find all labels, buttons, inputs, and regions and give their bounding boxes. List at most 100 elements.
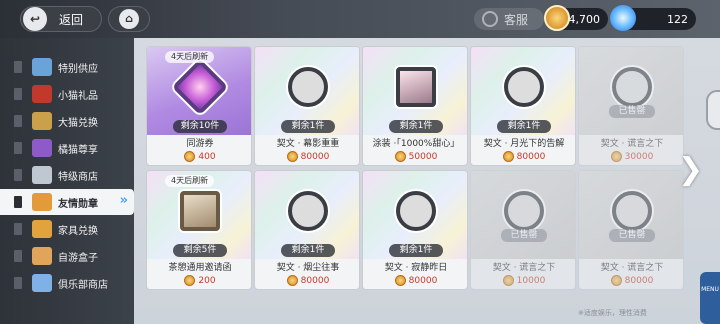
emblem-icon [288, 67, 328, 107]
medal-icon [32, 193, 52, 211]
medal-coin-icon [502, 151, 514, 162]
item-name: 契文 · 月光下的告解 [483, 139, 565, 149]
item-name: 同游券 [186, 139, 214, 149]
home-button[interactable]: ⌂ [108, 6, 150, 32]
sold-out-badge: 已售罄 [501, 229, 547, 242]
sleep-emblem-icon [612, 67, 652, 107]
sidebar-marker [14, 196, 22, 208]
sidebar-marker [14, 250, 22, 262]
shop-item-card[interactable]: 4天后刷新剩余5件茶憩通用邀请函 200 [146, 170, 252, 290]
item-price: 200 [147, 275, 251, 286]
price-value: 30000 [624, 151, 654, 162]
menu-label: MENU [701, 286, 719, 293]
medal-coin-icon [394, 275, 406, 286]
shop-item-card[interactable]: 剩余1件涂装 ·「1000%甜心」 50000 [362, 46, 468, 166]
sidebar-marker [14, 142, 22, 154]
sold-out-badge: 已售罄 [609, 105, 655, 118]
item-name: 契文 · 烟尘往事 [276, 263, 340, 273]
sidebar-item-label: 橘猫尊享 [58, 144, 98, 156]
shop-sidebar: 特别供应小猫礼品大猫兑换橘猫尊享特级商店友情勋章 » 家具兑换自游盒子 俱乐部商店 [0, 38, 134, 324]
refresh-timer: 4天后刷新 [165, 175, 215, 187]
sidebar-item-2[interactable]: 大猫兑换 [0, 108, 134, 134]
price-value: 10000 [516, 275, 546, 286]
price-value: 80000 [300, 151, 330, 162]
envelope-icon [180, 191, 220, 231]
back-arrow-icon: ↩ [23, 7, 47, 31]
stock-remaining: 剩余1件 [389, 244, 443, 257]
price-value: 400 [198, 151, 216, 162]
sidebar-item-label: 小猫礼品 [58, 90, 98, 102]
sidebar-item-4[interactable]: 特级商店 [0, 162, 134, 188]
sleep-emblem-icon [612, 191, 652, 231]
price-value: 80000 [408, 275, 438, 286]
sidebar-item-8[interactable]: 俱乐部商店 [0, 270, 134, 296]
shop-item-card[interactable]: 剩余1件 契文 · 幕影重重 80000 [254, 46, 360, 166]
item-price: 10000 [471, 275, 575, 286]
box-icon [32, 247, 52, 265]
item-name: 涂装 ·「1000%甜心」 [372, 139, 460, 149]
gem-amount: 122 [667, 12, 688, 26]
medal-coin-icon [184, 151, 196, 162]
medal-coin-icon [184, 275, 196, 286]
shop-item-card[interactable]: 剩余1件 契文 · 月光下的告解 80000 [470, 46, 576, 166]
play-moderately-notice: ※适度娱乐，理性消费 [578, 309, 647, 317]
sidebar-marker [14, 61, 22, 73]
item-name: 茶憩通用邀请函 [168, 263, 232, 273]
price-value: 80000 [624, 275, 654, 286]
home-icon: ⌂ [119, 9, 139, 29]
side-drawer-handle[interactable] [706, 90, 720, 130]
stock-remaining: 剩余1件 [281, 244, 335, 257]
coin-icon [32, 220, 52, 238]
item-price: 30000 [579, 151, 683, 162]
crystal-icon [610, 5, 636, 31]
sidebar-item-3[interactable]: 橘猫尊享 [0, 135, 134, 161]
sidebar-item-5[interactable]: 友情勋章 » [0, 189, 134, 215]
item-price: 80000 [255, 275, 359, 286]
stock-remaining: 剩余1件 [389, 120, 443, 133]
back-button[interactable]: ↩ 返回 [20, 6, 102, 32]
stock-remaining: 剩余10件 [173, 120, 227, 133]
item-image [579, 47, 683, 135]
ticket-icon [32, 85, 52, 103]
sidebar-item-label: 友情勋章 [58, 198, 98, 210]
shop-item-card[interactable]: 剩余1件 契文 · 寂静昨日 80000 [362, 170, 468, 290]
service-label: 客服 [504, 12, 529, 27]
item-price: 80000 [363, 275, 467, 286]
sidebar-item-label: 大猫兑换 [58, 117, 98, 129]
shop-item-card[interactable]: 已售罄 契文 · 谎言之下 30000 [578, 46, 684, 166]
club-coin-icon [32, 274, 52, 292]
customer-service-button[interactable]: 客服 [474, 8, 544, 30]
sidebar-item-7[interactable]: 自游盒子 [0, 243, 134, 269]
sidebar-item-6[interactable]: 家具兑换 [0, 216, 134, 242]
shop-item-card[interactable]: 已售罄 契文 · 谎言之下 80000 [578, 170, 684, 290]
sidebar-item-0[interactable]: 特别供应 [0, 54, 134, 80]
shop-item-card[interactable]: 4天后刷新 剩余10件 同游券 400 [146, 46, 252, 166]
medal-coin-icon [544, 5, 570, 31]
price-value: 50000 [408, 151, 438, 162]
sold-out-badge: 已售罄 [609, 229, 655, 242]
diamond-icon [32, 166, 52, 184]
shop-item-card[interactable]: 已售罄 契文 · 谎言之下 10000 [470, 170, 576, 290]
item-price: 80000 [579, 275, 683, 286]
gem-counter[interactable]: 122 [610, 5, 696, 31]
next-page-arrow-icon[interactable]: ❯ [678, 152, 703, 187]
heart-ticket-icon [171, 58, 229, 116]
item-price: 80000 [255, 151, 359, 162]
emblem-icon [288, 191, 328, 231]
sidebar-marker [14, 277, 22, 289]
item-price: 50000 [363, 151, 467, 162]
top-bar: ↩ 返回 ⌂ 客服 24,700 122 [0, 0, 720, 38]
sidebar-item-label: 家具兑换 [58, 225, 98, 237]
shop-item-card[interactable]: 剩余1件契文 · 烟尘往事 80000 [254, 170, 360, 290]
photo-cards-icon [396, 67, 436, 107]
sidebar-item-1[interactable]: 小猫礼品 [0, 81, 134, 107]
stock-remaining: 剩余5件 [173, 244, 227, 257]
syringe-icon [32, 58, 52, 76]
headset-icon [482, 11, 498, 27]
item-image [471, 171, 575, 259]
menu-button[interactable]: MENU [700, 272, 720, 324]
sidebar-item-label: 特级商店 [58, 171, 98, 183]
coin-counter[interactable]: 24,700 [544, 5, 608, 31]
sidebar-marker [14, 169, 22, 181]
medal-coin-icon [286, 151, 298, 162]
